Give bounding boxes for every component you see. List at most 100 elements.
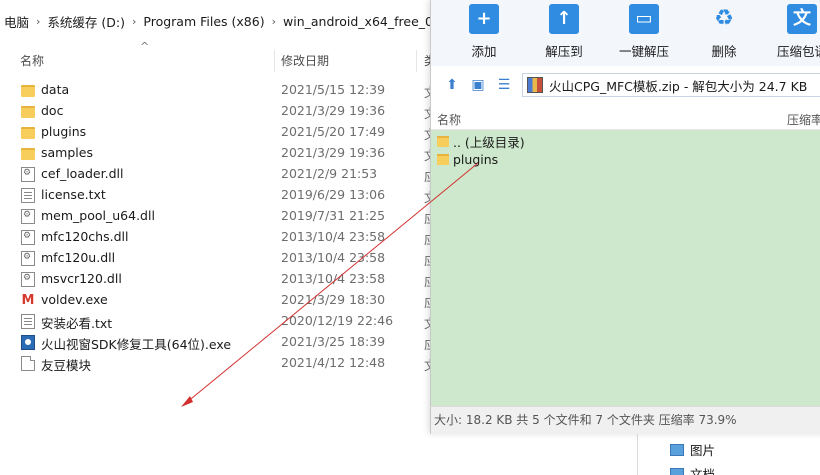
archive-toolbar: + 添加 ↑ 解压到 ▭ 一键解压 ♻ 删除 文 压缩包语 (431, 0, 820, 66)
folder-icon (21, 106, 35, 118)
txt-icon (21, 314, 35, 329)
one-click-extract-icon: ▭ (629, 4, 659, 34)
breadcrumb[interactable]: 电脑 › 系统缓存 (D:) › Program Files (x86) › w… (0, 6, 440, 36)
folder-icon (437, 154, 449, 165)
file-date: 2020/12/19 22:46 (281, 313, 394, 328)
chevron-right-icon: › (36, 14, 41, 28)
file-row[interactable]: 火山视窗SDK修复工具(64位).exe2021/3/25 18:39应 (0, 332, 440, 353)
file-name: doc (41, 103, 64, 118)
app-exe-icon (21, 335, 35, 350)
column-divider[interactable] (274, 50, 275, 72)
file-name: 火山视窗SDK修复工具(64位).exe (41, 337, 232, 352)
extract-to-button[interactable]: ↑ 解压到 (527, 4, 601, 64)
dll-icon (21, 230, 35, 245)
file-name: samples (41, 145, 93, 160)
file-name: 安装必看.txt (41, 316, 113, 331)
quick-access-label: 文档 (690, 467, 716, 475)
file-name: mfc120chs.dll (41, 229, 129, 244)
file-list: data2021/5/15 12:39文doc2021/3/29 19:36文p… (0, 80, 440, 374)
documents-icon (670, 467, 684, 475)
arrow-up-icon[interactable]: ⬆ (441, 74, 463, 96)
file-name: plugins (41, 124, 87, 139)
file-name: 友豆模块 (41, 358, 92, 373)
folder-icon (21, 148, 35, 160)
file-row[interactable]: mfc120u.dll2013/10/4 23:58应 (0, 248, 440, 269)
zip-file-icon (527, 77, 543, 93)
file-name: msvcr120.dll (41, 271, 122, 286)
file-name: cef_loader.dll (41, 166, 124, 181)
column-header-name[interactable]: 名称 (20, 46, 44, 76)
dll-icon (21, 251, 35, 266)
archive-window: + 添加 ↑ 解压到 ▭ 一键解压 ♻ 删除 文 压缩包语 ⬆ ▣ ☰ 火山CP… (430, 0, 820, 434)
file-name: mfc120u.dll (41, 250, 116, 265)
archive-column-name[interactable]: 名称 (437, 111, 461, 128)
file-row[interactable]: msvcr120.dll2013/10/4 23:58应 (0, 269, 440, 290)
add-icon: + (469, 4, 499, 34)
file-date: 2019/6/29 13:06 (281, 187, 386, 202)
file-row[interactable]: plugins2021/5/20 17:49文 (0, 122, 440, 143)
column-header-date[interactable]: 修改日期 (281, 46, 329, 76)
file-date: 2019/7/31 21:25 (281, 208, 386, 223)
quick-access-documents[interactable]: 文档 (670, 464, 715, 475)
file-row[interactable]: mfc120chs.dll2013/10/4 23:58应 (0, 227, 440, 248)
delete-button[interactable]: ♻ 删除 (687, 4, 761, 64)
folder-icon (21, 127, 35, 139)
add-button[interactable]: + 添加 (447, 4, 521, 64)
parent-directory-item[interactable]: .. (上级目录) (437, 132, 525, 151)
file-row[interactable]: Mvoldev.exe2021/3/29 18:30应 (0, 290, 440, 311)
dll-icon (21, 167, 35, 182)
archive-folder-plugins[interactable]: plugins (437, 150, 498, 169)
dll-icon (21, 272, 35, 287)
archive-path-text: 火山CPG_MFC模板.zip - 解包大小为 24.7 KB (549, 78, 808, 94)
file-icon (21, 356, 35, 371)
one-click-extract-label: 一键解压 (618, 44, 669, 59)
file-row[interactable]: data2021/5/15 12:39文 (0, 80, 440, 101)
archive-comment-button[interactable]: 文 压缩包语 (765, 4, 820, 64)
file-date: 2021/3/29 19:36 (281, 145, 386, 160)
file-date: 2013/10/4 23:58 (281, 229, 386, 244)
file-date: 2013/10/4 23:58 (281, 250, 386, 265)
archive-column-headers: 名称 压缩率 (431, 108, 820, 130)
file-name: voldev.exe (41, 292, 108, 307)
voldev-exe-icon: M (21, 293, 35, 308)
chevron-right-icon: › (271, 14, 276, 28)
file-row[interactable]: doc2021/3/29 19:36文 (0, 101, 440, 122)
breadcrumb-item[interactable]: 系统缓存 (D:) (43, 12, 129, 31)
extract-to-label: 解压到 (545, 44, 583, 59)
add-label: 添加 (471, 44, 497, 59)
archive-comment-label: 压缩包语 (776, 44, 820, 59)
breadcrumb-item[interactable]: Program Files (x86) (139, 14, 268, 29)
list-item-label: plugins (453, 152, 499, 167)
view-mode-icon[interactable]: ▣ (467, 74, 489, 96)
archive-path-box[interactable]: 火山CPG_MFC模板.zip - 解包大小为 24.7 KB (522, 73, 820, 97)
chevron-right-icon: › (132, 14, 137, 28)
file-name: mem_pool_u64.dll (41, 208, 155, 223)
quick-access-pictures[interactable]: 图片 (670, 440, 715, 459)
archive-status-bar: 大小: 18.2 KB 共 5 个文件和 7 个文件夹 压缩率 73.9% (431, 406, 820, 434)
file-row[interactable]: mem_pool_u64.dll2019/7/31 21:25应 (0, 206, 440, 227)
delete-label: 删除 (711, 44, 737, 59)
file-date: 2013/10/4 23:58 (281, 271, 386, 286)
one-click-extract-button[interactable]: ▭ 一键解压 (607, 4, 681, 64)
file-date: 2021/3/25 18:39 (281, 334, 386, 349)
extract-to-icon: ↑ (549, 4, 579, 34)
file-row[interactable]: cef_loader.dll2021/2/9 21:53应 (0, 164, 440, 185)
breadcrumb-item[interactable]: 电脑 (0, 12, 33, 31)
dll-icon (21, 209, 35, 224)
archive-column-ratio[interactable]: 压缩率 (787, 111, 820, 128)
file-name: data (41, 82, 70, 97)
list-item-label: .. (上级目录) (453, 135, 525, 150)
file-name: license.txt (41, 187, 106, 202)
file-row[interactable]: license.txt2019/6/29 13:06文 (0, 185, 440, 206)
column-divider[interactable] (416, 50, 417, 72)
breadcrumb-item[interactable]: win_android_x64_free_02- (279, 14, 440, 29)
list-view-icon[interactable]: ☰ (493, 74, 515, 96)
file-date: 2021/5/20 17:49 (281, 124, 386, 139)
file-row[interactable]: 安装必看.txt2020/12/19 22:46文 (0, 311, 440, 332)
quick-access-label: 图片 (690, 443, 716, 458)
archive-file-list[interactable]: .. (上级目录) plugins (431, 130, 820, 406)
file-row[interactable]: 友豆模块2021/4/12 12:48文 (0, 353, 440, 374)
txt-icon (21, 188, 35, 203)
file-date: 2021/3/29 19:36 (281, 103, 386, 118)
file-row[interactable]: samples2021/3/29 19:36文 (0, 143, 440, 164)
